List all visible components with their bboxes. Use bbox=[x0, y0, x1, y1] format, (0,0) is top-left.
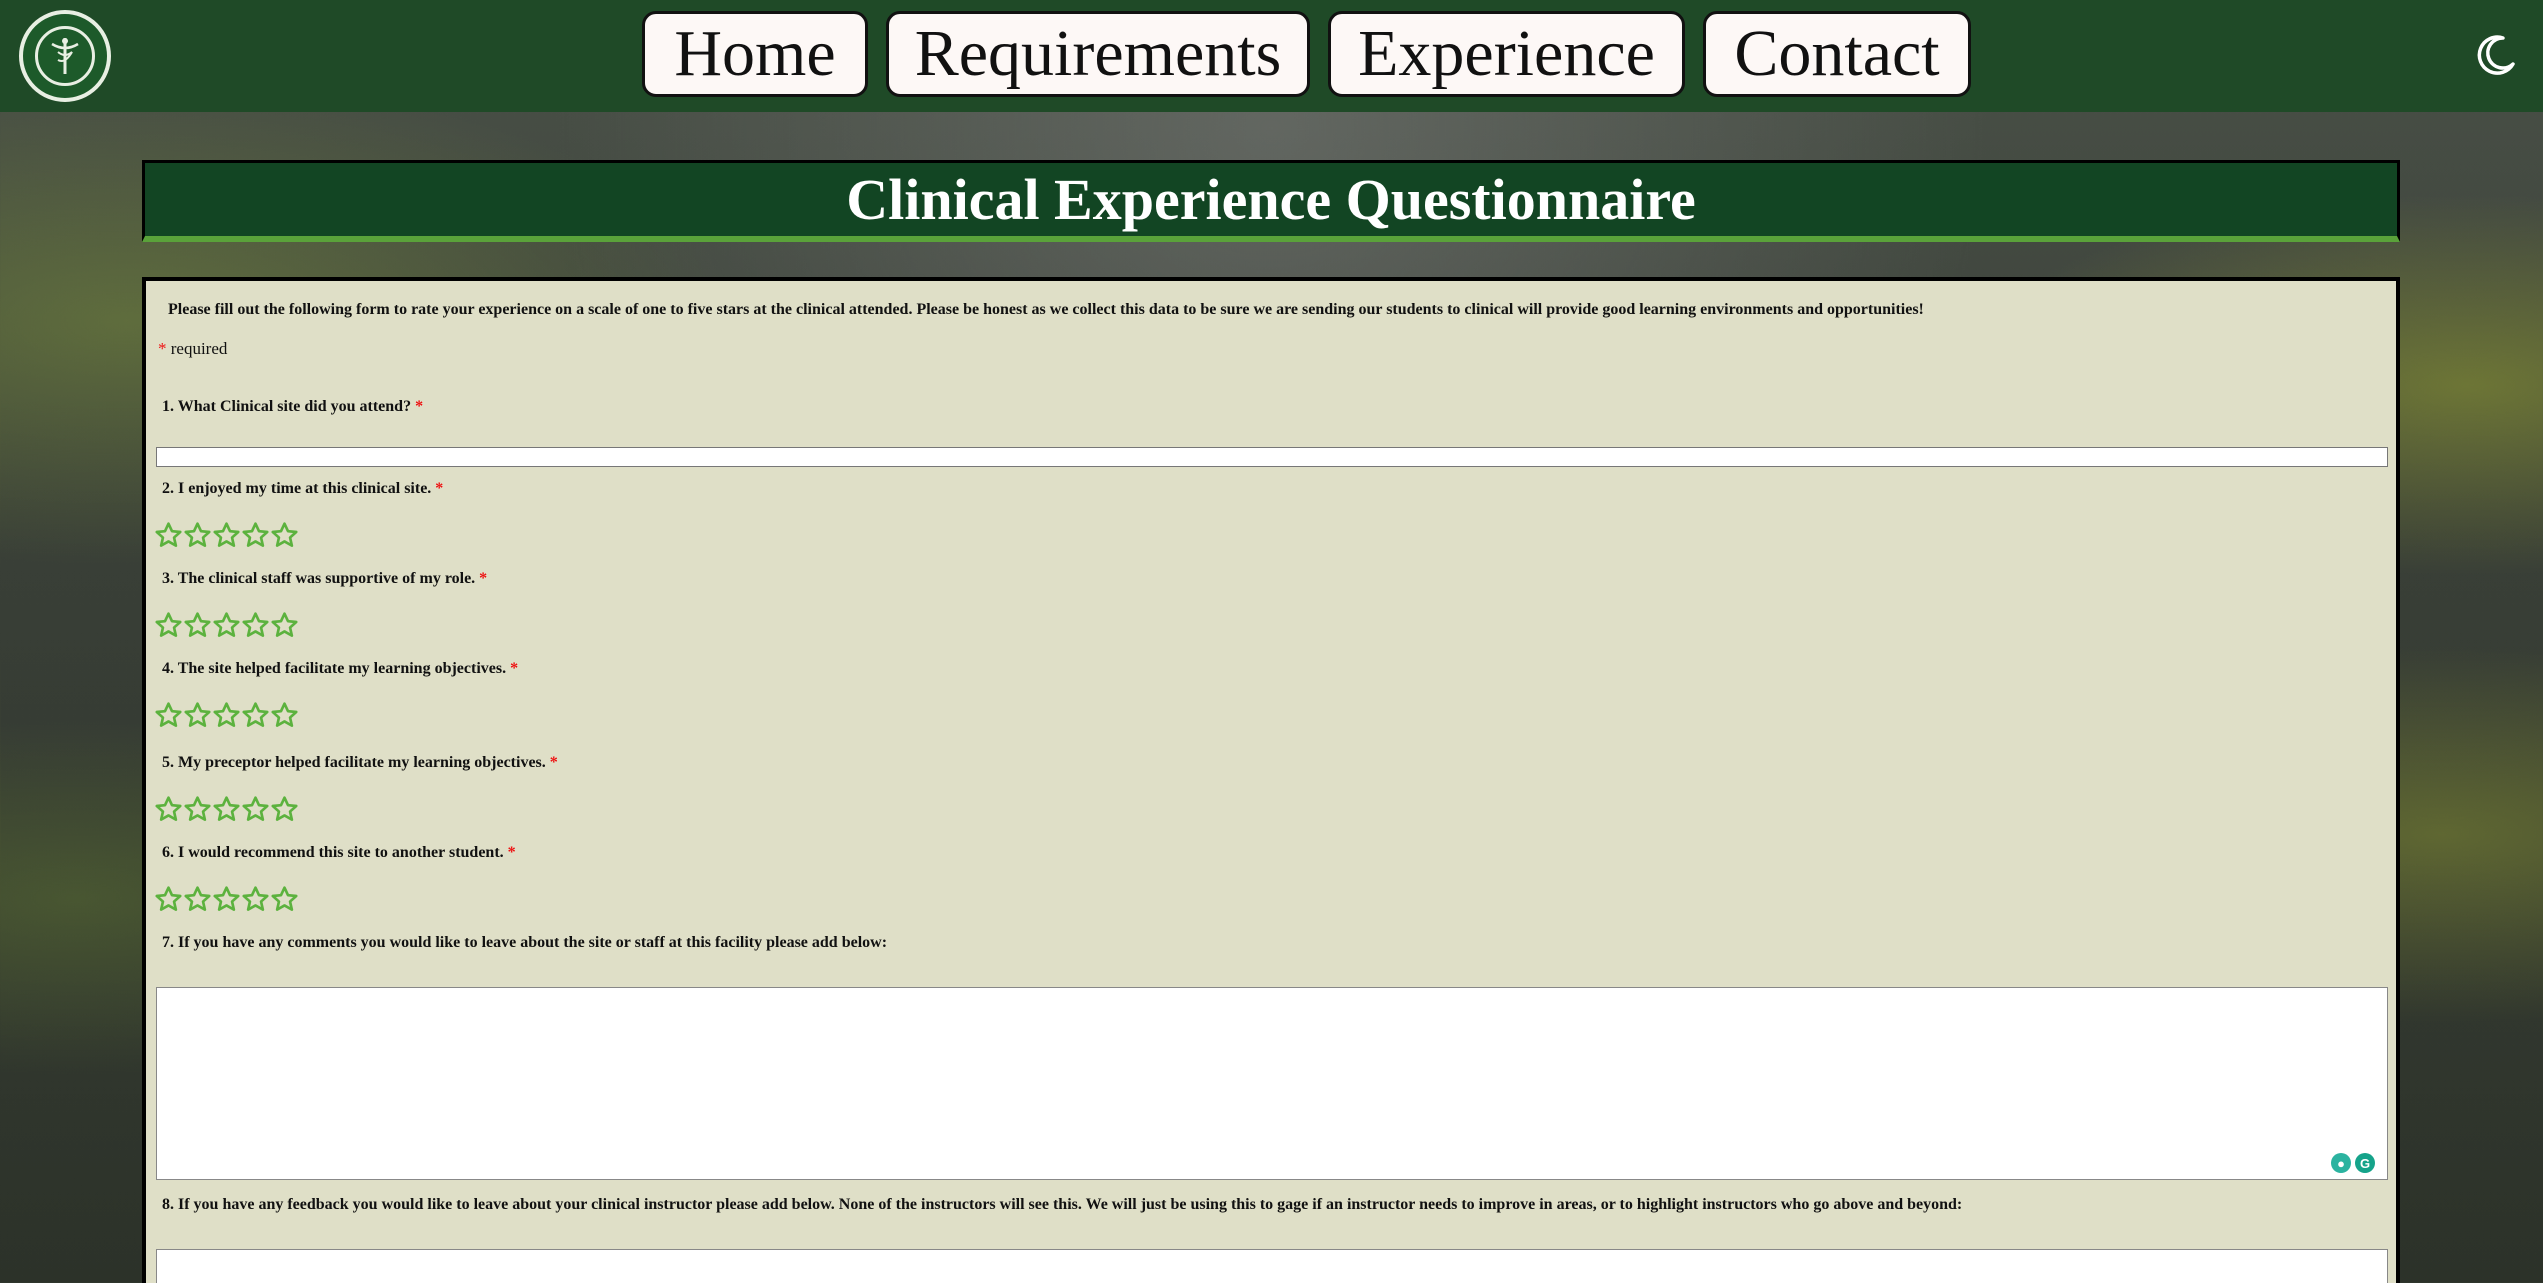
rating-question-5 bbox=[154, 795, 299, 824]
nav-home-button[interactable]: Home bbox=[642, 11, 868, 97]
questionnaire-form: Please fill out the following form to ra… bbox=[142, 277, 2400, 1283]
question-1-text: 1. What Clinical site did you attend? bbox=[162, 398, 412, 415]
question-4-label: 4. The site helped facilitate my learnin… bbox=[162, 660, 518, 678]
star-icon[interactable] bbox=[154, 611, 183, 640]
main-nav: Home Requirements Experience Contact bbox=[642, 11, 1971, 97]
site-comments-textarea[interactable]: ● G bbox=[156, 987, 2388, 1180]
question-4-text: 4. The site helped facilitate my learnin… bbox=[162, 660, 507, 677]
question-2-label: 2. I enjoyed my time at this clinical si… bbox=[162, 480, 443, 498]
star-icon[interactable] bbox=[183, 701, 212, 730]
star-icon[interactable] bbox=[270, 795, 299, 824]
required-marker: * bbox=[158, 339, 167, 358]
question-5-required-marker: * bbox=[549, 754, 558, 771]
question-2-required-marker: * bbox=[435, 480, 444, 497]
required-note: * required bbox=[158, 339, 227, 359]
lightbulb-icon[interactable]: ● bbox=[2331, 1153, 2351, 1173]
page-title: Clinical Experience Questionnaire bbox=[846, 167, 1696, 232]
question-5-text: 5. My preceptor helped facilitate my lea… bbox=[162, 754, 546, 771]
star-icon[interactable] bbox=[241, 795, 270, 824]
top-header: Home Requirements Experience Contact bbox=[0, 0, 2543, 112]
star-icon[interactable] bbox=[241, 611, 270, 640]
star-icon[interactable] bbox=[270, 611, 299, 640]
star-icon[interactable] bbox=[270, 701, 299, 730]
question-7-text: 7. If you have any comments you would li… bbox=[162, 934, 888, 951]
star-icon[interactable] bbox=[212, 611, 241, 640]
star-icon[interactable] bbox=[241, 521, 270, 550]
grammarly-widget[interactable]: ● G bbox=[2331, 1153, 2375, 1173]
nav-contact-button[interactable]: Contact bbox=[1703, 11, 1971, 97]
star-icon[interactable] bbox=[212, 701, 241, 730]
question-8-text: 8. If you have any feedback you would li… bbox=[162, 1196, 1963, 1213]
required-note-text: required bbox=[170, 339, 228, 358]
question-3-required-marker: * bbox=[479, 570, 488, 587]
question-6-label: 6. I would recommend this site to anothe… bbox=[162, 844, 516, 862]
star-icon[interactable] bbox=[212, 885, 241, 914]
question-6-required-marker: * bbox=[507, 844, 516, 861]
star-icon[interactable] bbox=[241, 885, 270, 914]
star-icon[interactable] bbox=[154, 701, 183, 730]
instructor-feedback-textarea[interactable] bbox=[156, 1249, 2388, 1283]
star-icon[interactable] bbox=[183, 611, 212, 640]
star-icon[interactable] bbox=[270, 521, 299, 550]
star-icon[interactable] bbox=[154, 795, 183, 824]
clinical-site-input[interactable] bbox=[156, 447, 2388, 467]
question-6-text: 6. I would recommend this site to anothe… bbox=[162, 844, 504, 861]
question-3-label: 3. The clinical staff was supportive of … bbox=[162, 570, 487, 588]
question-1-required-marker: * bbox=[415, 398, 424, 415]
page-title-bar: Clinical Experience Questionnaire bbox=[142, 160, 2400, 242]
form-intro: Please fill out the following form to ra… bbox=[168, 301, 1924, 318]
star-icon[interactable] bbox=[154, 521, 183, 550]
star-icon[interactable] bbox=[154, 885, 183, 914]
question-7-label: 7. If you have any comments you would li… bbox=[162, 934, 887, 952]
school-logo[interactable] bbox=[19, 10, 111, 102]
question-1-label: 1. What Clinical site did you attend? * bbox=[162, 398, 423, 416]
rating-question-4 bbox=[154, 701, 299, 730]
star-icon[interactable] bbox=[241, 701, 270, 730]
rating-question-3 bbox=[154, 611, 299, 640]
rating-question-6 bbox=[154, 885, 299, 914]
nav-experience-button[interactable]: Experience bbox=[1328, 11, 1685, 97]
star-icon[interactable] bbox=[183, 521, 212, 550]
question-2-text: 2. I enjoyed my time at this clinical si… bbox=[162, 480, 432, 497]
caduceus-seal-icon bbox=[35, 26, 95, 86]
grammarly-icon[interactable]: G bbox=[2355, 1153, 2375, 1173]
question-5-label: 5. My preceptor helped facilitate my lea… bbox=[162, 754, 558, 772]
star-icon[interactable] bbox=[212, 521, 241, 550]
rating-question-2 bbox=[154, 521, 299, 550]
star-icon[interactable] bbox=[183, 795, 212, 824]
nav-requirements-button[interactable]: Requirements bbox=[886, 11, 1310, 97]
moon-icon[interactable] bbox=[2473, 32, 2519, 78]
question-3-text: 3. The clinical staff was supportive of … bbox=[162, 570, 476, 587]
star-icon[interactable] bbox=[183, 885, 212, 914]
star-icon[interactable] bbox=[270, 885, 299, 914]
question-4-required-marker: * bbox=[510, 660, 519, 677]
question-8-label: 8. If you have any feedback you would li… bbox=[162, 1196, 1962, 1214]
star-icon[interactable] bbox=[212, 795, 241, 824]
